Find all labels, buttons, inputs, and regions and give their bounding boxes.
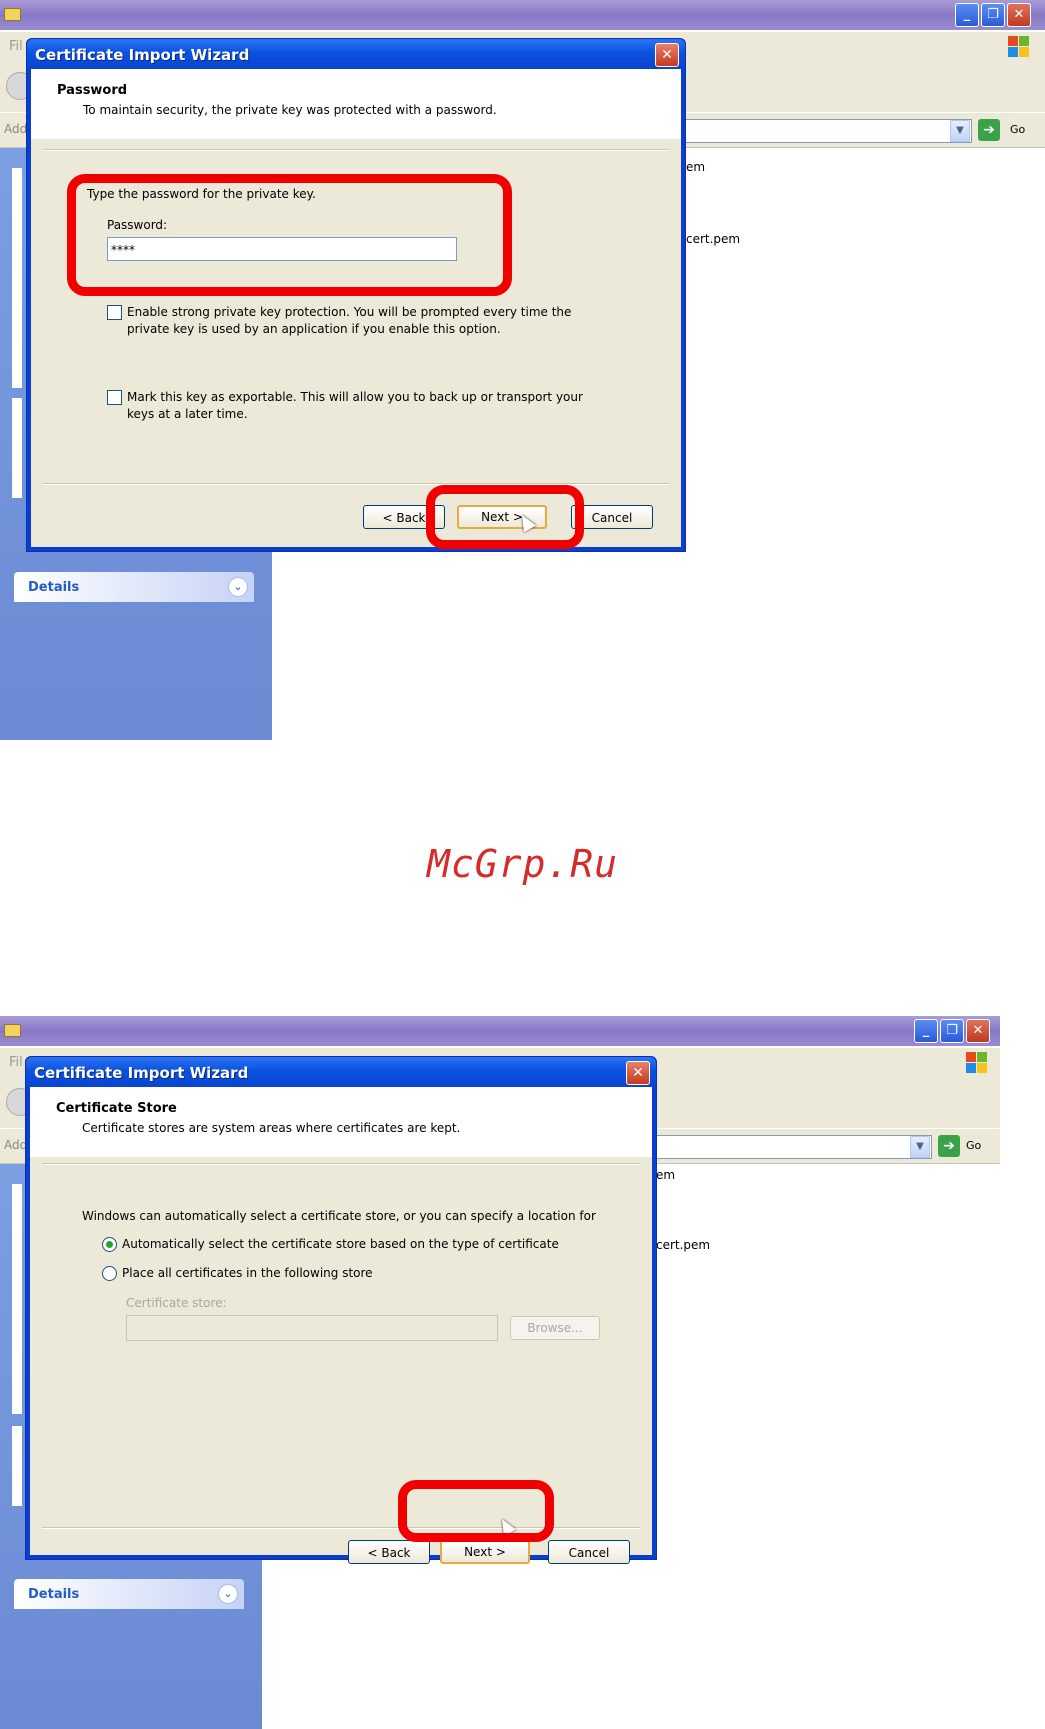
certificate-import-wizard-dialog: Certificate Import Wizard ✕ Certificate … xyxy=(25,1056,657,1564)
dialog-title: Certificate Import Wizard xyxy=(34,1064,249,1082)
chevron-down-icon[interactable]: ⌄ xyxy=(228,577,248,597)
go-arrow-icon[interactable]: ➔ xyxy=(978,119,1000,141)
exportable-label: Mark this key as exportable. This will a… xyxy=(127,390,583,404)
folder-icon xyxy=(4,1024,21,1037)
highlight-next-button xyxy=(398,1480,554,1542)
minimize-button[interactable]: _ xyxy=(955,3,979,27)
auto-select-store-label: Automatically select the certificate sto… xyxy=(122,1237,559,1251)
dialog-body: Password To maintain security, the priva… xyxy=(31,69,681,547)
auto-select-store-radio[interactable] xyxy=(102,1237,117,1252)
address-label: Add xyxy=(4,122,28,136)
go-arrow-icon[interactable]: ➔ xyxy=(938,1135,960,1157)
file-item[interactable]: em xyxy=(656,1168,675,1182)
strong-protection-label: private key is used by an application if… xyxy=(127,322,501,336)
task-pane-section xyxy=(12,1426,22,1506)
go-button[interactable]: Go xyxy=(1010,123,1025,136)
window-controls: _ ❐ ✕ xyxy=(955,3,1031,27)
go-button[interactable]: Go xyxy=(966,1139,981,1152)
certificate-store-input xyxy=(126,1315,498,1341)
dialog-title: Certificate Import Wizard xyxy=(35,46,250,64)
dialog-close-button[interactable]: ✕ xyxy=(655,43,679,67)
strong-protection-checkbox[interactable] xyxy=(107,305,122,320)
dialog-titlebar: Certificate Import Wizard ✕ xyxy=(27,39,685,69)
dialog-body: Certificate Store Certificate stores are… xyxy=(30,1087,652,1564)
cancel-button[interactable]: Cancel xyxy=(548,1540,630,1564)
back-button[interactable]: < Back xyxy=(348,1540,430,1564)
minimize-button[interactable]: _ xyxy=(914,1019,938,1043)
address-input[interactable] xyxy=(650,1135,932,1159)
manual-store-radio[interactable] xyxy=(102,1266,117,1281)
address-label: Add xyxy=(4,1138,28,1152)
explorer-titlebar: _ ❐ ✕ xyxy=(0,1016,1000,1046)
task-pane-section xyxy=(12,398,22,498)
restore-button[interactable]: ❐ xyxy=(981,3,1005,27)
divider xyxy=(43,149,669,151)
windows-logo-icon xyxy=(966,1052,988,1074)
wizard-header: Password To maintain security, the priva… xyxy=(31,69,681,139)
step-title: Certificate Store xyxy=(56,1101,177,1116)
folder-icon xyxy=(4,8,21,21)
details-label: Details xyxy=(28,580,80,595)
address-input[interactable] xyxy=(680,119,972,143)
step-subtitle: To maintain security, the private key wa… xyxy=(83,103,497,117)
next-button[interactable]: Next > xyxy=(440,1540,530,1564)
divider xyxy=(43,483,669,485)
file-item[interactable]: cert.pem xyxy=(686,232,740,246)
store-instruction: Windows can automatically select a certi… xyxy=(82,1209,596,1223)
menu-file[interactable]: Fil xyxy=(9,1055,23,1070)
divider xyxy=(42,1163,640,1165)
certificate-store-label: Certificate store: xyxy=(126,1296,227,1310)
windows-logo-icon xyxy=(1008,36,1030,58)
details-panel-header[interactable]: Details ⌄ xyxy=(14,572,254,602)
screenshot-password-step: _ ❐ ✕ Fil Add ▼ ➔ Go em cert.pem Details… xyxy=(0,0,1045,740)
address-dropdown-button[interactable]: ▼ xyxy=(950,120,970,142)
restore-button[interactable]: ❐ xyxy=(940,1019,964,1043)
watermark-text: McGrp.Ru xyxy=(426,842,619,886)
menu-file[interactable]: Fil xyxy=(9,39,23,54)
address-dropdown-button[interactable]: ▼ xyxy=(910,1136,930,1158)
file-item[interactable]: cert.pem xyxy=(656,1238,710,1252)
task-pane-section xyxy=(12,1184,22,1414)
highlight-password-box xyxy=(67,174,512,296)
task-pane-section xyxy=(12,168,22,388)
close-window-button[interactable]: ✕ xyxy=(966,1019,990,1043)
dialog-close-button[interactable]: ✕ xyxy=(626,1061,650,1085)
details-label: Details xyxy=(28,1587,80,1602)
strong-protection-label: Enable strong private key protection. Yo… xyxy=(127,305,572,319)
window-controls: _ ❐ ✕ xyxy=(914,1019,990,1043)
chevron-down-icon[interactable]: ⌄ xyxy=(218,1584,238,1604)
explorer-titlebar: _ ❐ ✕ xyxy=(0,0,1045,30)
dialog-titlebar: Certificate Import Wizard ✕ xyxy=(26,1057,656,1087)
highlight-next-button xyxy=(426,485,584,549)
file-item[interactable]: em xyxy=(686,160,705,174)
browse-button: Browse... xyxy=(510,1316,600,1340)
exportable-checkbox[interactable] xyxy=(107,390,122,405)
step-title: Password xyxy=(57,83,128,98)
close-window-button[interactable]: ✕ xyxy=(1007,3,1031,27)
exportable-label: keys at a later time. xyxy=(127,407,248,421)
screenshot-certificate-store-step: _ ❐ ✕ Fil Add ▼ ➔ Go em cert.pem Details… xyxy=(0,1016,1000,1729)
step-subtitle: Certificate stores are system areas wher… xyxy=(82,1121,461,1135)
manual-store-label: Place all certificates in the following … xyxy=(122,1266,373,1280)
details-panel-header[interactable]: Details ⌄ xyxy=(14,1579,244,1609)
wizard-header: Certificate Store Certificate stores are… xyxy=(30,1087,652,1157)
